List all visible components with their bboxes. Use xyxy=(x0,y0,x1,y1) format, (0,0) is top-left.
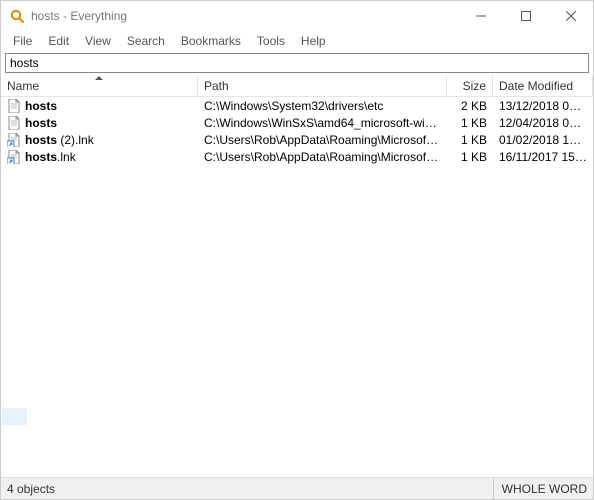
cell-size: 1 KB xyxy=(447,116,493,130)
columns-header: Name Path Size Date Modified xyxy=(1,75,593,97)
search-input[interactable] xyxy=(5,53,589,73)
file-name: hosts xyxy=(25,116,57,130)
titlebar: hosts - Everything xyxy=(1,1,593,31)
table-row[interactable]: hosts C:\Windows\WinSxS\amd64_microsoft-w… xyxy=(1,114,593,131)
file-name: hosts (2).lnk xyxy=(25,133,94,147)
menu-tools[interactable]: Tools xyxy=(249,32,293,50)
selection-indicator xyxy=(2,408,27,425)
cell-path: C:\Users\Rob\AppData\Roaming\Microsoft\.… xyxy=(198,133,447,147)
cell-name: hosts xyxy=(1,116,198,130)
table-row[interactable]: hosts (2).lnk C:\Users\Rob\AppData\Roamin… xyxy=(1,131,593,148)
results-list[interactable]: hosts C:\Windows\System32\drivers\etc2 KB… xyxy=(1,97,593,477)
file-name: hosts.lnk xyxy=(25,150,76,164)
menu-edit[interactable]: Edit xyxy=(40,32,77,50)
table-row[interactable]: hosts.lnk C:\Users\Rob\AppData\Roaming\Mi… xyxy=(1,148,593,165)
cell-size: 1 KB xyxy=(447,150,493,164)
cell-name: hosts xyxy=(1,99,198,113)
sort-ascending-icon xyxy=(95,76,103,80)
column-header-date-label: Date Modified xyxy=(499,79,573,93)
maximize-button[interactable] xyxy=(503,1,548,31)
status-mode: WHOLE WORD xyxy=(493,478,587,499)
cell-date: 01/02/2018 12:25 xyxy=(493,133,593,147)
window-controls xyxy=(458,1,593,31)
menu-bookmarks[interactable]: Bookmarks xyxy=(173,32,249,50)
menu-view[interactable]: View xyxy=(77,32,119,50)
cell-date: 12/04/2018 00:34 xyxy=(493,116,593,130)
shortcut-file-icon xyxy=(7,133,21,147)
cell-path: C:\Windows\System32\drivers\etc xyxy=(198,99,447,113)
close-button[interactable] xyxy=(548,1,593,31)
column-header-date[interactable]: Date Modified xyxy=(493,75,593,96)
file-icon xyxy=(7,99,21,113)
menu-file[interactable]: File xyxy=(5,32,40,50)
cell-path: C:\Users\Rob\AppData\Roaming\Microsoft\.… xyxy=(198,150,447,164)
window-title: hosts - Everything xyxy=(31,9,127,23)
cell-name: hosts (2).lnk xyxy=(1,133,198,147)
column-header-name-label: Name xyxy=(7,79,39,93)
shortcut-file-icon xyxy=(7,150,21,164)
menubar: File Edit View Search Bookmarks Tools He… xyxy=(1,31,593,51)
app-icon xyxy=(9,8,25,24)
table-row[interactable]: hosts C:\Windows\System32\drivers\etc2 KB… xyxy=(1,97,593,114)
cell-name: hosts.lnk xyxy=(1,150,198,164)
cell-date: 16/11/2017 15:44 xyxy=(493,150,593,164)
cell-date: 13/12/2018 08:47 xyxy=(493,99,593,113)
column-header-path-label: Path xyxy=(204,79,229,93)
column-header-size[interactable]: Size xyxy=(447,75,493,96)
minimize-button[interactable] xyxy=(458,1,503,31)
status-object-count: 4 objects xyxy=(7,482,493,496)
menu-help[interactable]: Help xyxy=(293,32,334,50)
statusbar: 4 objects WHOLE WORD xyxy=(1,477,593,499)
cell-size: 1 KB xyxy=(447,133,493,147)
file-name: hosts xyxy=(25,99,57,113)
cell-size: 2 KB xyxy=(447,99,493,113)
column-header-path[interactable]: Path xyxy=(198,75,447,96)
menu-search[interactable]: Search xyxy=(119,32,173,50)
column-header-size-label: Size xyxy=(463,79,486,93)
file-icon xyxy=(7,116,21,130)
cell-path: C:\Windows\WinSxS\amd64_microsoft-wind..… xyxy=(198,116,447,130)
column-header-name[interactable]: Name xyxy=(1,75,198,96)
